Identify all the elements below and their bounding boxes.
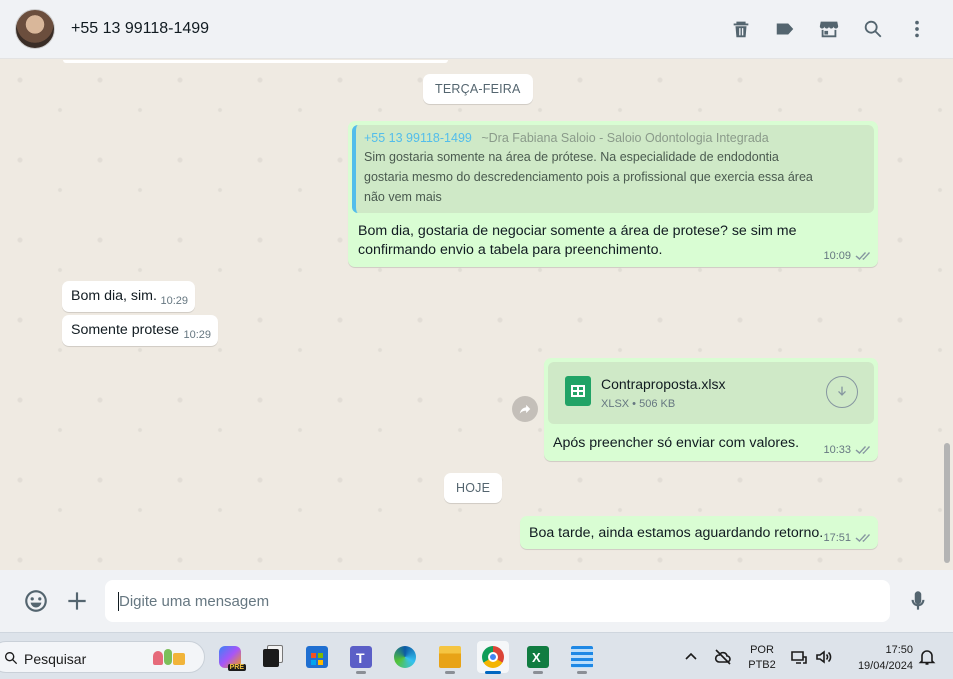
double-check-icon <box>854 251 870 262</box>
emoji-button[interactable] <box>16 581 56 621</box>
day-separator-today: HOJE <box>444 473 503 503</box>
taskbar-store[interactable] <box>301 641 333 673</box>
file-info: XLSX • 506 KB <box>601 398 676 410</box>
message-meta: 10:33 <box>823 444 870 456</box>
message-text: Bom dia, sim. <box>71 288 157 304</box>
cloud-offline-icon <box>714 649 731 665</box>
chat-header: +55 13 99118-1499 <box>0 0 953 59</box>
clock-date: 19/04/2024 <box>857 660 913 672</box>
microphone-icon <box>911 591 925 610</box>
notepad-icon <box>571 646 593 668</box>
label-chat-button[interactable] <box>763 7 807 51</box>
taskbar-notepad[interactable] <box>566 641 598 674</box>
quoted-author: +55 13 99118-1499 <box>364 131 472 145</box>
file-attachment[interactable]: Contraproposta.xlsx XLSX • 506 KB <box>548 362 874 424</box>
menu-icon <box>915 20 919 38</box>
notifications-button[interactable] <box>918 648 936 666</box>
search-chat-button[interactable] <box>851 7 895 51</box>
message-time: 10:29 <box>183 329 211 341</box>
forward-icon <box>519 404 531 414</box>
network-icon <box>791 651 807 664</box>
task-view-icon <box>263 649 279 667</box>
contact-name[interactable]: +55 13 99118-1499 <box>71 20 209 38</box>
keyboard-layout: PTB2 <box>748 659 776 671</box>
trash-icon <box>733 21 749 38</box>
clock-time: 17:50 <box>885 644 913 656</box>
system-clock[interactable]: 17:50 19/04/2024 <box>843 642 913 674</box>
text-caret <box>118 592 119 611</box>
message-meta: 10:29 <box>160 295 188 307</box>
taskbar-edge[interactable] <box>389 641 421 673</box>
plus-icon <box>68 592 86 610</box>
spreadsheet-file-icon <box>565 376 591 406</box>
message-time: 17:51 <box>823 532 851 544</box>
chat-menu-button[interactable] <box>895 7 939 51</box>
quoted-text: Sim gostaria somente na área de prótese.… <box>364 150 813 204</box>
network-status[interactable] <box>790 648 808 666</box>
day-separator-tuesday: TERÇA-FEIRA <box>423 74 533 104</box>
message-list[interactable]: TERÇA-FEIRA +55 13 99118-1499 ~Dra Fabia… <box>0 60 953 570</box>
windows-taskbar: Pesquisar PRE T X POR PTB2 17:50 19/04/2… <box>0 632 953 679</box>
message-composer <box>0 570 953 632</box>
attach-button[interactable] <box>57 581 97 621</box>
message-text: Bom dia, gostaria de negociar somente a … <box>358 223 797 258</box>
chevron-up-icon <box>685 652 697 660</box>
quoted-author-subtitle: ~Dra Fabiana Saloio - Saloio Odontologia… <box>481 131 769 145</box>
download-button[interactable] <box>826 376 858 408</box>
voice-message-button[interactable] <box>898 581 938 621</box>
message-input[interactable] <box>105 580 890 622</box>
bell-icon <box>918 650 936 665</box>
label-icon <box>776 23 794 35</box>
quoted-message[interactable]: +55 13 99118-1499 ~Dra Fabiana Saloio - … <box>352 125 874 213</box>
contact-avatar[interactable] <box>15 9 55 49</box>
volume-control[interactable] <box>814 648 832 666</box>
language-code: POR <box>750 644 774 656</box>
search-icon <box>3 650 19 666</box>
taskbar-excel[interactable]: X <box>522 641 554 674</box>
message-bubble-outgoing-file[interactable]: Contraproposta.xlsx XLSX • 506 KB Após p… <box>544 358 878 461</box>
taskbar-file-explorer[interactable] <box>434 641 466 674</box>
taskbar-chrome[interactable] <box>477 641 509 674</box>
message-meta: 10:09 <box>823 250 870 262</box>
chat-scrollbar[interactable] <box>944 443 950 563</box>
emoji-icon <box>25 590 47 612</box>
message-meta: 10:29 <box>183 329 211 341</box>
previous-message-edge <box>63 60 448 63</box>
delete-chat-button[interactable] <box>719 7 763 51</box>
message-text: Após preencher só enviar com valores. <box>553 435 800 451</box>
catalog-button[interactable] <box>807 7 851 51</box>
file-explorer-icon <box>439 646 461 668</box>
taskbar-search[interactable]: Pesquisar <box>0 641 205 673</box>
header-actions <box>719 7 939 51</box>
store-icon <box>819 21 839 38</box>
download-icon <box>838 386 846 396</box>
tray-overflow-button[interactable] <box>682 648 700 666</box>
message-time: 10:29 <box>160 295 188 307</box>
speaker-icon <box>816 650 832 664</box>
search-icon <box>864 20 882 38</box>
double-check-icon <box>854 445 870 456</box>
input-language-indicator[interactable]: POR PTB2 <box>748 643 776 673</box>
message-bubble-outgoing[interactable]: +55 13 99118-1499 ~Dra Fabiana Saloio - … <box>348 121 878 267</box>
taskbar-search-label: Pesquisar <box>24 651 87 667</box>
taskbar-copilot[interactable]: PRE <box>214 641 246 673</box>
edge-icon <box>394 646 416 668</box>
message-meta: 17:51 <box>823 532 870 544</box>
message-bubble-incoming[interactable]: Bom dia, sim. 10:29 <box>62 281 195 312</box>
double-check-icon <box>854 533 870 544</box>
file-name: Contraproposta.xlsx <box>601 376 726 392</box>
forward-button[interactable] <box>512 396 538 422</box>
message-time: 10:33 <box>823 444 851 456</box>
message-time: 10:09 <box>823 250 851 262</box>
message-text: Boa tarde, ainda estamos aguardando reto… <box>529 525 824 541</box>
message-text: Somente protese <box>71 322 180 338</box>
onedrive-status[interactable] <box>714 648 732 666</box>
message-bubble-outgoing[interactable]: Boa tarde, ainda estamos aguardando reto… <box>520 516 878 549</box>
taskbar-task-view[interactable] <box>256 641 288 673</box>
taskbar-teams[interactable]: T <box>345 641 377 674</box>
message-bubble-incoming[interactable]: Somente protese 10:29 <box>62 315 218 346</box>
search-highlight-icon <box>151 647 187 669</box>
